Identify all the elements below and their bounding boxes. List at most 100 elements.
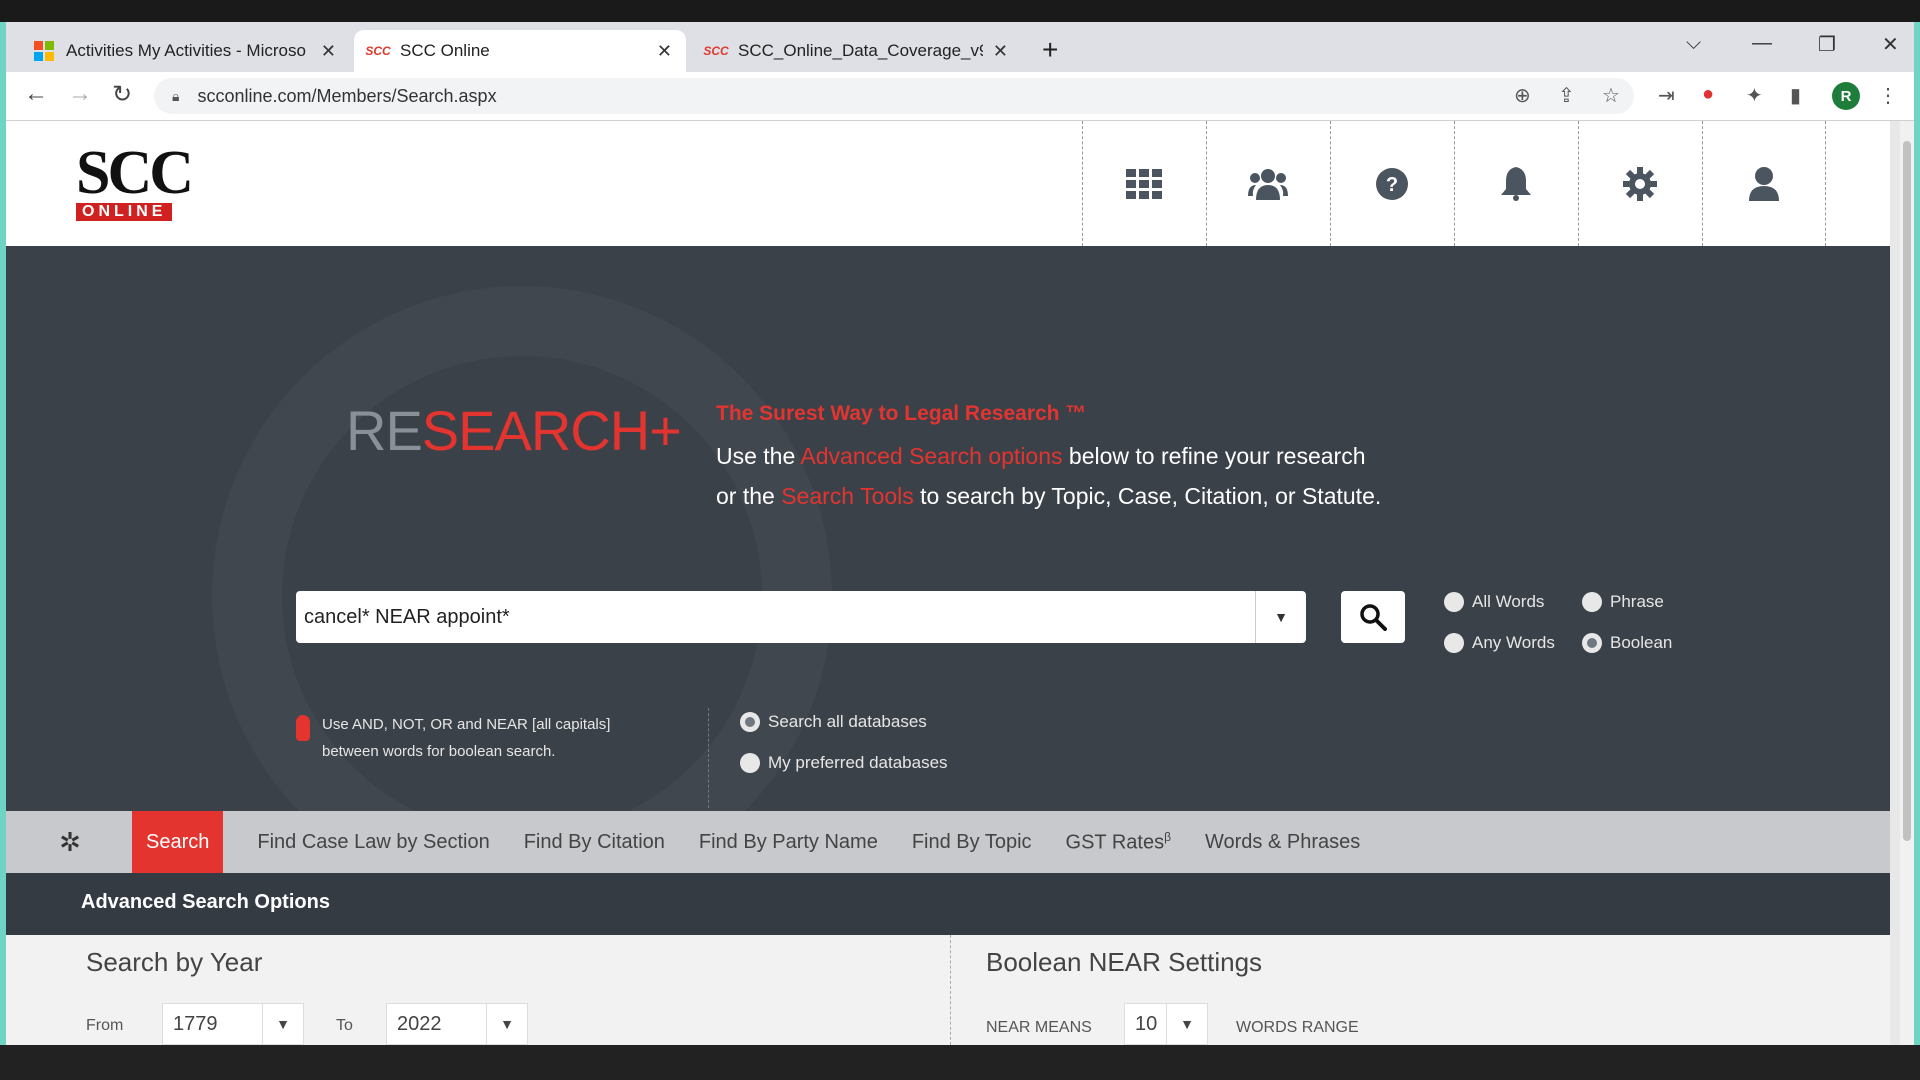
minimize-icon[interactable]: — bbox=[1752, 32, 1772, 55]
from-year-select[interactable]: 1779 ▼ bbox=[162, 1003, 304, 1045]
tab-title: SCC_Online_Data_Coverage_v9.p bbox=[738, 41, 983, 60]
nav-find-by-party-name[interactable]: Find By Party Name bbox=[699, 831, 878, 854]
advanced-search-link[interactable]: Advanced Search options bbox=[800, 443, 1062, 469]
gear-icon[interactable] bbox=[1578, 121, 1701, 246]
my-preferred-databases[interactable]: My preferred databases bbox=[740, 753, 948, 773]
side-panel-icon[interactable]: ▮ bbox=[1790, 83, 1801, 108]
tab-strip: Activities My Activities - Microso ✕ SCC… bbox=[6, 22, 1914, 72]
tab-title: SCC Online bbox=[400, 41, 490, 60]
user-icon[interactable] bbox=[1702, 121, 1826, 246]
radio-button[interactable] bbox=[1444, 592, 1464, 612]
caret-down-icon: ▼ bbox=[1274, 609, 1288, 625]
help-icon[interactable]: ? bbox=[1330, 121, 1453, 246]
search-icon bbox=[1360, 604, 1387, 631]
advanced-search-title: Advanced Search Options bbox=[81, 891, 330, 913]
nav-find-by-citation[interactable]: Find By Citation bbox=[524, 831, 665, 854]
advanced-options-panel: Search by Year From 1779 ▼ To 2022 ▼ Boole… bbox=[6, 935, 1890, 1045]
extension-arrow-icon[interactable]: ⇥ bbox=[1658, 83, 1675, 108]
site-header: SCC ONLINE ? bbox=[6, 121, 1890, 246]
logo-text: SCC bbox=[76, 139, 194, 207]
mode-phrase[interactable]: Phrase bbox=[1582, 592, 1664, 612]
tab-scc-online[interactable]: SCC SCC Online ✕ bbox=[354, 30, 686, 72]
scc-favicon-icon: SCC bbox=[703, 44, 729, 58]
profile-avatar[interactable]: R bbox=[1832, 82, 1860, 110]
radio-button[interactable] bbox=[1444, 633, 1464, 653]
bookmark-star-icon[interactable]: ☆ bbox=[1602, 83, 1620, 108]
near-means-label: NEAR MEANS bbox=[986, 1019, 1092, 1036]
search-input[interactable] bbox=[296, 592, 1255, 642]
hero-description: Use the Advanced Search options below to… bbox=[716, 443, 1382, 509]
divider bbox=[950, 935, 951, 1045]
to-label: To bbox=[336, 1017, 353, 1034]
close-tab-icon[interactable]: ✕ bbox=[321, 41, 336, 62]
page-scrollbar[interactable] bbox=[1900, 121, 1914, 1045]
scc-favicon-icon: SCC bbox=[365, 44, 391, 58]
extensions-puzzle-icon[interactable]: ✦ bbox=[1746, 83, 1763, 108]
research-plus-title: RESEARCH+ bbox=[346, 399, 682, 462]
mode-all-words[interactable]: All Words bbox=[1444, 592, 1544, 612]
tools-icon[interactable]: ✲ bbox=[6, 811, 134, 873]
logo-subtext: ONLINE bbox=[76, 203, 173, 221]
search-tools-link[interactable]: Search Tools bbox=[781, 483, 914, 509]
radio-button[interactable] bbox=[1582, 592, 1602, 612]
browser-window: Activities My Activities - Microso ✕ SCC… bbox=[0, 22, 1920, 1045]
web-page: SCC ONLINE ? RESEARCH+ The Surest Way to… bbox=[6, 121, 1890, 1045]
svg-text:?: ? bbox=[1386, 174, 1398, 196]
near-distance-select[interactable]: 10 ▼ bbox=[1124, 1003, 1208, 1045]
nav-search[interactable]: Search bbox=[132, 811, 224, 873]
bell-icon[interactable] bbox=[1454, 121, 1577, 246]
caret-down-icon: ▼ bbox=[486, 1004, 527, 1044]
nav-find-by-topic[interactable]: Find By Topic bbox=[912, 831, 1032, 854]
divider bbox=[708, 708, 709, 808]
search-button[interactable] bbox=[1341, 591, 1405, 643]
back-icon[interactable]: ← bbox=[24, 80, 48, 108]
boolean-hint: Use AND, NOT, OR and NEAR [all capitals]… bbox=[296, 711, 610, 765]
address-bar[interactable]: 🔒︎ scconline.com/Members/Search.aspx bbox=[154, 78, 1634, 114]
search-by-year-title: Search by Year bbox=[86, 947, 263, 977]
close-tab-icon[interactable]: ✕ bbox=[993, 41, 1008, 62]
scc-online-logo[interactable]: SCC ONLINE bbox=[76, 139, 236, 223]
tab-activities[interactable]: Activities My Activities - Microso ✕ bbox=[20, 30, 350, 72]
users-icon[interactable] bbox=[1206, 121, 1329, 246]
new-tab-button[interactable]: + bbox=[1042, 34, 1058, 66]
reload-icon[interactable]: ↻ bbox=[112, 80, 132, 109]
search-box: ▼ bbox=[296, 591, 1306, 643]
microsoft-logo-icon bbox=[34, 41, 54, 61]
extension-apple-icon[interactable]: ● bbox=[1702, 83, 1714, 106]
radio-button-selected[interactable] bbox=[1582, 633, 1602, 653]
url-text: scconline.com/Members/Search.aspx bbox=[197, 85, 497, 106]
radio-button[interactable] bbox=[740, 753, 760, 773]
nav-gst-rates[interactable]: GST Ratesβ bbox=[1066, 830, 1171, 855]
close-window-icon[interactable]: ✕ bbox=[1882, 32, 1899, 57]
browser-toolbar: ← → ↻ 🔒︎ scconline.com/Members/Search.as… bbox=[6, 72, 1914, 121]
tab-search-icon[interactable]: ⌵ bbox=[1686, 32, 1701, 55]
close-tab-icon[interactable]: ✕ bbox=[657, 41, 672, 62]
tab-title: Activities My Activities - Microso bbox=[66, 41, 306, 60]
advanced-search-options-bar[interactable]: Advanced Search Options bbox=[6, 873, 1890, 935]
from-label: From bbox=[86, 1017, 124, 1034]
forward-icon[interactable]: → bbox=[68, 80, 92, 108]
to-year-select[interactable]: 2022 ▼ bbox=[386, 1003, 528, 1045]
caret-down-icon: ▼ bbox=[262, 1004, 303, 1044]
boolean-near-settings-title: Boolean NEAR Settings bbox=[986, 947, 1263, 977]
words-range-label: WORDS RANGE bbox=[1236, 1019, 1359, 1036]
restore-icon[interactable]: ❐ bbox=[1818, 32, 1836, 57]
search-history-dropdown[interactable]: ▼ bbox=[1255, 591, 1306, 643]
radio-button-selected[interactable] bbox=[740, 712, 760, 732]
research-hero: RESEARCH+ The Surest Way to Legal Resear… bbox=[6, 246, 1890, 811]
nav-find-case-law-by-section[interactable]: Find Case Law by Section bbox=[257, 831, 489, 854]
zoom-icon[interactable]: ⊕ bbox=[1514, 83, 1531, 108]
tab-data-coverage[interactable]: SCC SCC_Online_Data_Coverage_v9.p ✕ bbox=[692, 30, 1022, 72]
mode-boolean[interactable]: Boolean bbox=[1582, 633, 1672, 653]
scrollbar-thumb[interactable] bbox=[1903, 141, 1911, 841]
apps-grid-icon[interactable] bbox=[1082, 121, 1205, 246]
lightbulb-icon bbox=[296, 715, 310, 741]
share-icon[interactable]: ⇪ bbox=[1558, 83, 1575, 108]
taskbar-strip bbox=[0, 1045, 1920, 1080]
search-tools-nav: ✲ Search Find Case Law by Section Find B… bbox=[6, 811, 1890, 873]
menu-kebab-icon[interactable]: ⋮ bbox=[1878, 83, 1898, 108]
mode-any-words[interactable]: Any Words bbox=[1444, 633, 1555, 653]
nav-words-phrases[interactable]: Words & Phrases bbox=[1205, 831, 1360, 854]
search-all-databases[interactable]: Search all databases bbox=[740, 712, 927, 732]
lock-icon: 🔒︎ bbox=[172, 87, 180, 104]
